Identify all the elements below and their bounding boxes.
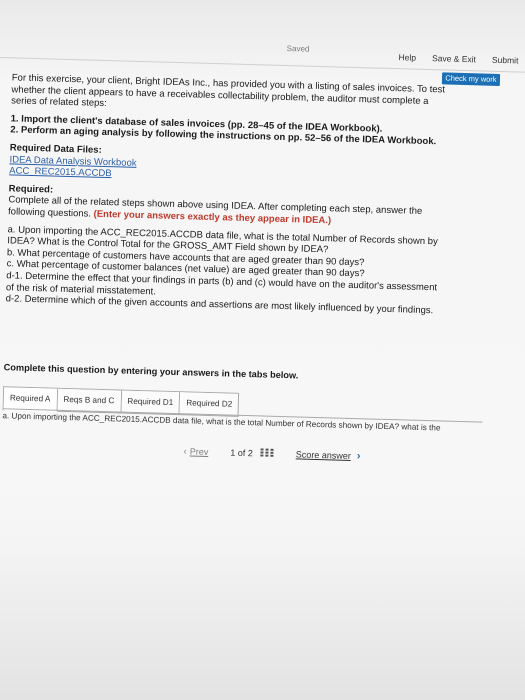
chevron-right-icon: › xyxy=(356,450,361,463)
top-actions: Help Save & Exit Submit xyxy=(398,52,518,65)
help-link[interactable]: Help xyxy=(398,52,416,62)
chevron-left-icon: ‹ xyxy=(183,445,187,457)
score-answer-button[interactable]: Score answer › xyxy=(296,448,361,462)
page-indicator: 1 of 2 xyxy=(230,447,253,459)
save-status: Saved xyxy=(286,44,310,54)
complete-instruction: Complete this question by entering your … xyxy=(3,362,299,381)
screen: Saved Help Save & Exit Submit Check my w… xyxy=(0,0,525,700)
prev-button[interactable]: ‹ Prev xyxy=(183,446,208,458)
score-label: Score answer xyxy=(295,449,351,461)
save-exit-link[interactable]: Save & Exit xyxy=(432,53,476,64)
prev-label: Prev xyxy=(189,446,209,457)
submit-link[interactable]: Submit xyxy=(492,55,519,66)
grid-icon[interactable] xyxy=(260,448,274,458)
problem-text: For this exercise, your client, Bright I… xyxy=(5,72,451,317)
pagination: ‹ Prev 1 of 2 Score answer › xyxy=(183,445,360,462)
photo-frame: Saved Help Save & Exit Submit Check my w… xyxy=(0,0,525,700)
